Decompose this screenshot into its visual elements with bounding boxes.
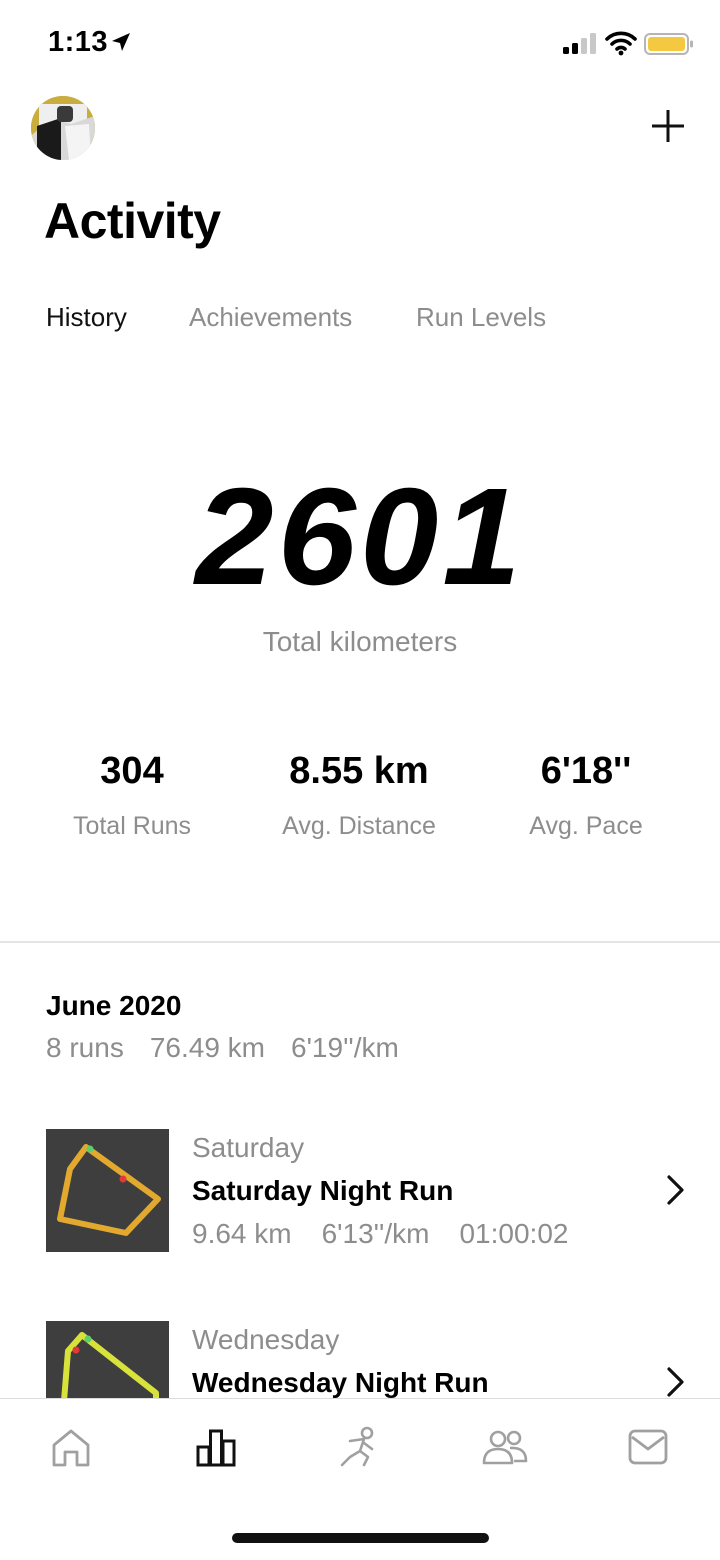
route-map-thumbnail [46, 1321, 169, 1398]
stat-value: 304 [100, 750, 164, 792]
chevron-right-icon[interactable] [664, 1173, 688, 1207]
month-distance: 76.49 km [149, 1032, 265, 1063]
tab-achievements[interactable]: Achievements [189, 302, 352, 333]
stat-avg-pace: 6'18'' Avg. Pace [466, 752, 706, 841]
add-button[interactable] [646, 104, 690, 148]
profile-avatar[interactable] [31, 96, 95, 160]
home-indicator [232, 1533, 489, 1543]
month-pace: 6'19''/km [291, 1032, 399, 1063]
run-day: Saturday [192, 1132, 305, 1163]
route-map-thumbnail [46, 1129, 169, 1252]
tab-history[interactable]: History [46, 302, 127, 333]
cellular-signal-icon [563, 33, 596, 54]
run-duration: 01:00:02 [459, 1218, 569, 1249]
month-title: June 2020 [46, 990, 182, 1021]
avatar-image [31, 96, 95, 160]
stat-value: 6'18'' [540, 750, 632, 792]
status-time: 1:13 [48, 26, 109, 58]
run-day: Wednesday [192, 1324, 340, 1355]
run-name: Saturday Night Run [192, 1175, 454, 1206]
stat-label: Total Runs [72, 812, 192, 840]
inbox-icon[interactable] [626, 1425, 670, 1469]
month-summary: 8 runs 76.49 km 6'19''/km [46, 1032, 425, 1064]
location-arrow-icon [112, 33, 130, 51]
home-icon[interactable] [49, 1425, 93, 1469]
battery-icon [644, 33, 693, 55]
bottom-tab-bar [0, 1398, 720, 1560]
chevron-right-icon[interactable] [664, 1365, 688, 1399]
activity-chart-icon[interactable] [194, 1425, 238, 1469]
section-divider [0, 941, 720, 943]
stat-value: 8.55 km [289, 750, 429, 792]
stat-label: Avg. Distance [282, 812, 436, 840]
tab-run-levels[interactable]: Run Levels [416, 302, 546, 333]
friends-icon[interactable] [480, 1425, 530, 1469]
run-stats: 9.64 km 6'13''/km 01:00:02 [192, 1218, 598, 1250]
run-name: Wednesday Night Run [192, 1367, 489, 1398]
run-distance: 9.64 km [192, 1218, 292, 1249]
total-kilometers-value: 2601 [195, 460, 525, 614]
runner-icon[interactable] [336, 1425, 380, 1469]
total-kilometers-label: Total kilometers [262, 626, 458, 657]
page-title: Activity [44, 193, 221, 249]
wifi-icon [605, 31, 637, 56]
run-pace: 6'13''/km [321, 1218, 430, 1249]
month-runs: 8 runs [46, 1032, 124, 1063]
stat-label: Avg. Pace [529, 812, 643, 840]
stat-avg-distance: 8.55 km Avg. Distance [239, 752, 479, 841]
stat-total-runs: 304 Total Runs [12, 752, 252, 841]
